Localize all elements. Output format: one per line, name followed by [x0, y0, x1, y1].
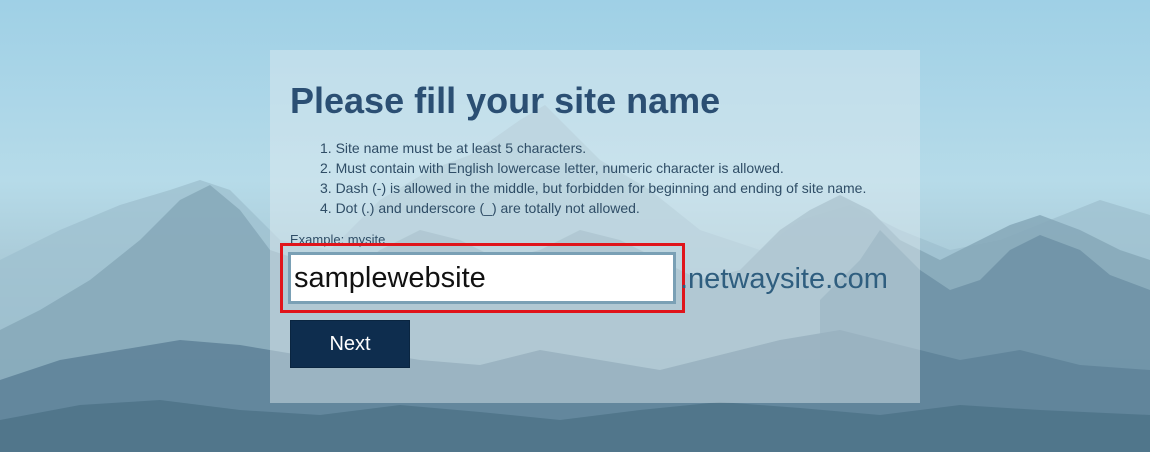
site-name-panel: Please fill your site name 1. Site name … [270, 50, 920, 403]
rule-item: 2. Must contain with English lowercase l… [320, 160, 784, 176]
rule-item: 3. Dash (-) is allowed in the middle, bu… [320, 180, 867, 196]
page-title: Please fill your site name [290, 80, 721, 121]
domain-suffix: .netwaysite.com [680, 263, 888, 295]
site-name-rules-list: 1. Site name must be at least 5 characte… [320, 138, 866, 218]
rule-item: 1. Site name must be at least 5 characte… [320, 140, 587, 156]
next-button[interactable]: Next [290, 320, 410, 368]
rule-item: 4. Dot (.) and underscore (_) are totall… [320, 200, 640, 216]
site-name-input[interactable] [288, 252, 676, 304]
